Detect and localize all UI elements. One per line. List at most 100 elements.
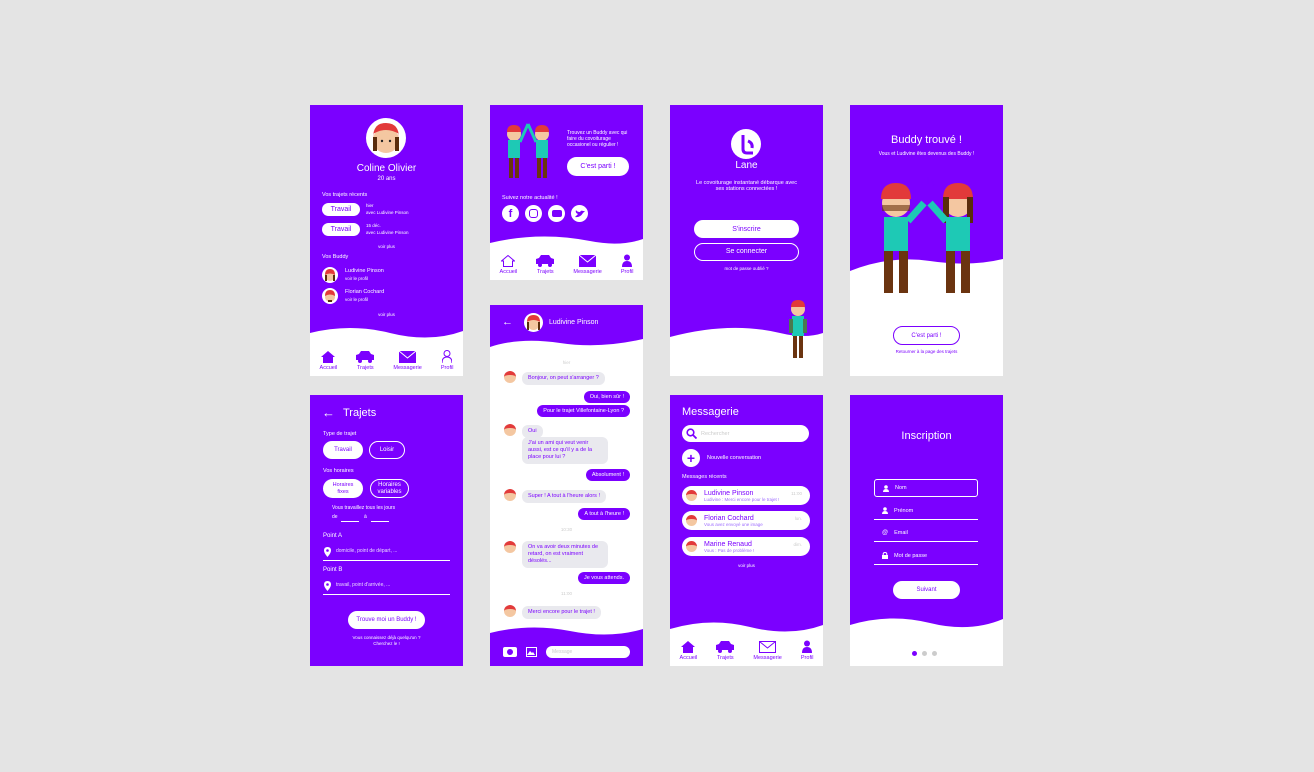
nav-home[interactable]: Accueil — [500, 255, 517, 275]
page-title: Trajets — [343, 407, 377, 419]
trip-tag-button[interactable]: Travail — [322, 223, 360, 236]
conversation-item[interactable]: Florian Cochard Vous avez envoyé une ima… — [682, 511, 810, 530]
car-icon — [536, 255, 555, 267]
start-time-input[interactable] — [341, 521, 359, 522]
trip-tag-button[interactable]: Travail — [322, 203, 360, 216]
nav-trips[interactable]: Trajets — [536, 255, 555, 275]
message-avatar — [504, 371, 516, 383]
location-pin-icon — [324, 581, 331, 591]
firstname-field[interactable]: Prénom — [874, 502, 978, 520]
page-title: Inscription — [901, 430, 952, 442]
message-avatar — [504, 541, 516, 553]
nav-trips[interactable]: Trajets — [716, 641, 735, 661]
nav-messages[interactable]: Messagerie — [573, 255, 602, 275]
point-b-input[interactable]: travail, point d'arrivée, ... — [323, 579, 450, 595]
conversation-item[interactable]: Marine Renaud Vous : Pas de problème ! d… — [682, 537, 810, 556]
trip-type-work-button[interactable]: Travail — [323, 441, 363, 459]
profile-avatar — [366, 118, 406, 158]
nav-profile[interactable]: Profil — [441, 350, 453, 371]
camera-icon[interactable] — [503, 647, 517, 657]
page-dot-active[interactable] — [912, 651, 917, 656]
message-bubble-right: Je vous attends. — [577, 572, 630, 584]
page-dot[interactable] — [922, 651, 927, 656]
end-time-input[interactable] — [371, 521, 389, 522]
start-button[interactable]: C'est parti ! — [893, 326, 960, 345]
trip-with: avec Ludivine Pinson — [366, 230, 409, 235]
home-icon — [501, 255, 516, 267]
instagram-icon[interactable] — [525, 205, 542, 222]
see-more-link[interactable]: voir plus — [310, 312, 463, 317]
search-icon — [686, 428, 697, 439]
buddy-avatar[interactable] — [322, 288, 338, 304]
email-field[interactable]: @ Email — [874, 524, 978, 542]
next-button[interactable]: Suivant — [893, 581, 960, 599]
buddy-profile-link[interactable]: voir le profil — [345, 276, 368, 281]
back-arrow-icon[interactable]: ← — [322, 405, 335, 421]
message-bubble-right: A tout à l'heure ! — [578, 508, 630, 520]
date-separator: hier — [562, 360, 571, 365]
user-icon — [442, 350, 453, 363]
hours-fixed-button[interactable]: Horaires fixes — [323, 479, 363, 498]
point-a-input[interactable]: domicile, point de départ, ... — [323, 545, 450, 561]
nav-home[interactable]: Accueil — [320, 351, 337, 371]
start-button[interactable]: C'est parti ! — [567, 157, 629, 176]
forgot-password-link[interactable]: mot de passe oublié ? — [670, 266, 823, 271]
user-icon — [883, 484, 889, 492]
trip-type-leisure-button[interactable]: Loisir — [369, 441, 405, 459]
hours-variable-button[interactable]: Horaires variables — [370, 479, 409, 498]
see-more-link[interactable]: voir plus — [310, 244, 463, 249]
new-conversation-button[interactable]: + Nouvelle conversation — [682, 449, 761, 467]
nav-trips[interactable]: Trajets — [356, 351, 375, 371]
conversation-item[interactable]: Ludivine Pinson Ludivine : Merci encore … — [682, 486, 810, 505]
found-title: Buddy trouvé ! — [891, 134, 962, 146]
buddy-name: Florian Cochard — [345, 289, 385, 295]
message-bubble-left: Oui — [522, 425, 543, 438]
date-separator: 11:00 — [561, 591, 572, 596]
hours-label: Vos horaires — [323, 468, 354, 474]
nav-profile[interactable]: Profil — [801, 640, 813, 661]
twitter-icon[interactable] — [571, 205, 588, 222]
signup-button[interactable]: S'inscrire — [694, 220, 799, 238]
found-subtitle: Vous et Ludivine êtes devenus des Buddy … — [878, 151, 975, 157]
from-label: de — [332, 514, 338, 520]
wave-divider — [490, 335, 643, 347]
buddy-avatar[interactable] — [322, 267, 338, 283]
facebook-icon[interactable]: f — [502, 205, 519, 222]
nav-home[interactable]: Accueil — [680, 641, 697, 661]
trip-date: hier — [366, 203, 374, 208]
social-icons: f — [502, 205, 588, 222]
message-bubble-right: Pour le trajet Villefontaine-Lyon ? — [537, 405, 630, 417]
name-field[interactable]: Nom — [874, 479, 978, 497]
page-dot[interactable] — [932, 651, 937, 656]
nav-profile[interactable]: Profil — [621, 254, 633, 275]
back-arrow-icon[interactable]: ← — [502, 316, 513, 329]
buddy-profile-link[interactable]: voir le profil — [345, 297, 368, 302]
message-input[interactable]: Message — [546, 646, 630, 658]
profile-screen: Coline Olivier 20 ans Vos trajets récent… — [310, 105, 463, 376]
nav-messages[interactable]: Messagerie — [393, 351, 422, 371]
image-icon[interactable] — [526, 647, 537, 657]
profile-age: 20 ans — [377, 176, 396, 182]
message-bubble-left: On va avoir deux minutes de retard, on e… — [522, 541, 608, 568]
point-b-label: Point B — [323, 567, 343, 573]
back-to-trips-link[interactable]: Retourner à la page des trajets — [850, 349, 1003, 354]
search-link[interactable]: Cherchez le ! — [310, 641, 463, 646]
password-field[interactable]: Mot de passe — [874, 547, 978, 565]
nav-messages[interactable]: Messagerie — [753, 641, 782, 661]
youtube-icon[interactable] — [548, 205, 565, 222]
traveler-illustration — [789, 300, 807, 358]
login-button[interactable]: Se connecter — [694, 243, 799, 261]
search-input[interactable]: Rechercher — [682, 425, 809, 442]
contact-avatar[interactable] — [524, 313, 543, 332]
landing-screen: Lane Le covoiturage instantané débarque … — [670, 105, 823, 376]
message-bubble-right: Absolument ! — [585, 469, 630, 481]
buddy-name: Ludivine Pinson — [345, 268, 384, 274]
home-icon — [681, 641, 696, 653]
buddy-found-screen: Buddy trouvé ! Vous et Ludivine êtes dev… — [850, 105, 1003, 376]
pagination-dots — [912, 651, 937, 656]
see-more-link[interactable]: voir plus — [670, 563, 823, 568]
mail-icon — [759, 641, 777, 653]
signup-screen: Inscription Nom Prénom @ Email Mot de pa… — [850, 395, 1003, 666]
find-buddy-button[interactable]: Trouve moi un Buddy ! — [348, 611, 425, 629]
trip-date: 15 déc. — [366, 223, 381, 228]
